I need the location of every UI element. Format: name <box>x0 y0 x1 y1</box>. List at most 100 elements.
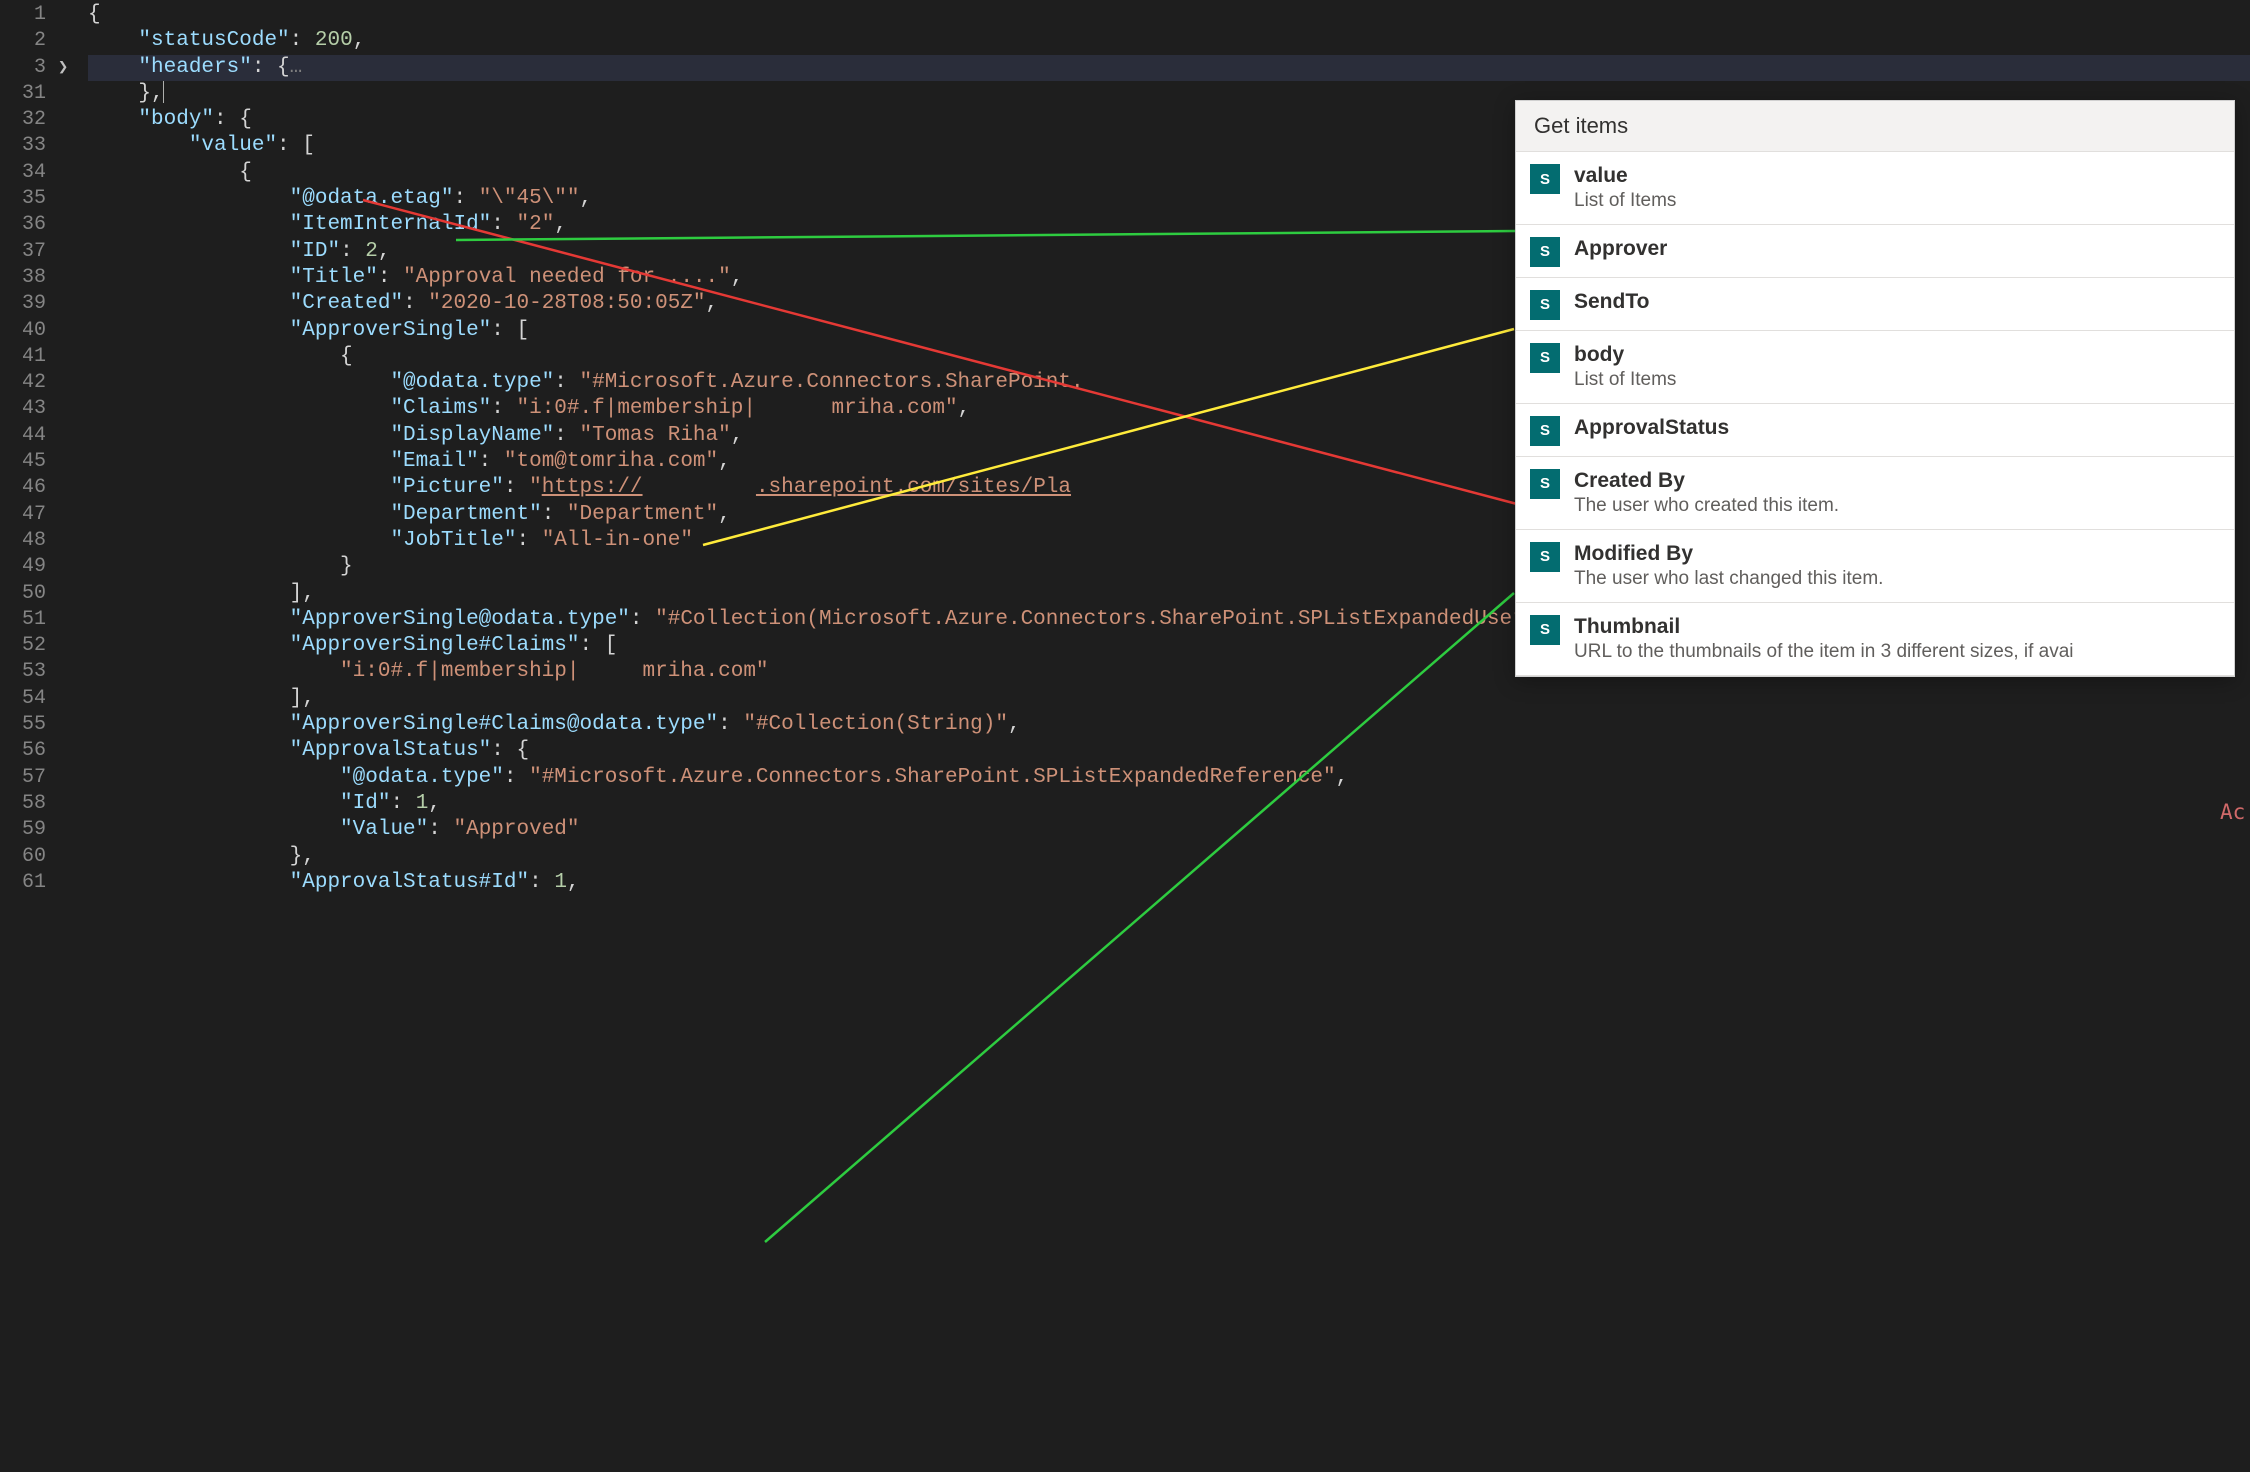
panel-item-title: Created By <box>1574 467 2220 494</box>
panel-item[interactable]: SbodyList of Items <box>1516 331 2234 404</box>
line-number: 55 <box>0 712 70 738</box>
token-punc: , <box>580 187 593 210</box>
line-number: 44 <box>0 423 70 449</box>
code-line[interactable]: "@odata.type": "#Microsoft.Azure.Connect… <box>88 765 2250 791</box>
token-punc: , <box>706 292 719 315</box>
token-punc: : <box>491 213 516 236</box>
token-num: 1 <box>554 871 567 894</box>
token-punc: , <box>958 397 971 420</box>
panel-item[interactable]: SvalueList of Items <box>1516 152 2234 225</box>
panel-item-subtitle: List of Items <box>1574 368 2220 393</box>
panel-item-subtitle: List of Items <box>1574 189 2220 214</box>
panel-item-subtitle: The user who created this item. <box>1574 494 2220 519</box>
line-number: 49 <box>0 554 70 580</box>
line-number: 53 <box>0 659 70 685</box>
token-str: "#Microsoft.Azure.Connectors.SharePoint.… <box>529 766 1336 789</box>
line-number: 32 <box>0 107 70 133</box>
token-punc: , <box>718 503 731 526</box>
token-url: .sharepoint.com/sites/Pla <box>756 476 1071 499</box>
code-line[interactable]: "headers": {… <box>88 55 2250 81</box>
line-number: 41 <box>0 344 70 370</box>
token-key: "body" <box>138 108 214 131</box>
panel-item[interactable]: SApprovalStatus <box>1516 404 2234 457</box>
token-punc: , <box>378 240 391 263</box>
token-punc: { <box>88 3 101 26</box>
token-key: "ApproverSingle" <box>290 319 492 342</box>
token-str: "#Collection(Microsoft.Azure.Connectors.… <box>655 608 1550 631</box>
token-key: "Claims" <box>390 397 491 420</box>
token-key: "value" <box>189 134 277 157</box>
code-line[interactable]: "ApprovalStatus#Id": 1, <box>88 870 2250 896</box>
token-key: "statusCode" <box>138 29 289 52</box>
token-punc: , <box>428 792 441 815</box>
token-key: "ApprovalStatus" <box>290 739 492 762</box>
line-number: 37 <box>0 239 70 265</box>
token-punc: : { <box>252 56 290 79</box>
token-punc: : <box>403 292 428 315</box>
line-number: 43 <box>0 396 70 422</box>
code-line[interactable]: "Value": "Approved" <box>88 817 2250 843</box>
panel-header: Get items <box>1516 101 2234 152</box>
line-number: 2 <box>0 28 70 54</box>
panel-item[interactable]: S SendTo <box>1516 278 2234 331</box>
token-punc: ], <box>290 582 315 605</box>
token-punc: : <box>529 871 554 894</box>
line-number-gutter: 1233132333435363738394041424344454647484… <box>0 0 70 1472</box>
token-key: "Value" <box>340 818 428 841</box>
sharepoint-icon: S <box>1530 290 1560 320</box>
sharepoint-icon: S <box>1530 469 1560 499</box>
code-line[interactable]: ], <box>88 686 2250 712</box>
panel-item[interactable]: SApprover <box>1516 225 2234 278</box>
panel-item-title: ApprovalStatus <box>1574 414 2220 441</box>
token-punc: ], <box>290 687 315 710</box>
token-punc: , <box>731 266 744 289</box>
token-key: "ID" <box>290 240 340 263</box>
line-number: 45 <box>0 449 70 475</box>
line-number: 1 <box>0 2 70 28</box>
token-punc: }, <box>290 845 315 868</box>
token-key: "Created" <box>290 292 403 315</box>
token-str: "i:0#.f|membership| mriha.com" <box>517 397 958 420</box>
token-punc: : <box>504 476 529 499</box>
token-punc: : <box>630 608 655 631</box>
code-line[interactable]: "ApprovalStatus": { <box>88 738 2250 764</box>
code-line[interactable]: "statusCode": 200, <box>88 28 2250 54</box>
line-number: 59 <box>0 817 70 843</box>
token-punc: , <box>731 424 744 447</box>
token-num: 2 <box>365 240 378 263</box>
token-punc: : <box>378 266 403 289</box>
code-line[interactable]: "Id": 1, <box>88 791 2250 817</box>
sharepoint-icon: S <box>1530 343 1560 373</box>
code-line[interactable]: { <box>88 2 2250 28</box>
code-line[interactable]: "ApproverSingle#Claims@odata.type": "#Co… <box>88 712 2250 738</box>
panel-item-title: SendTo <box>1574 288 2220 315</box>
line-number: 40 <box>0 318 70 344</box>
token-punc: : <box>516 529 541 552</box>
code-line[interactable]: }, <box>88 844 2250 870</box>
sharepoint-icon: S <box>1530 164 1560 194</box>
fold-chevron-icon[interactable]: ❯ <box>58 57 68 78</box>
panel-item[interactable]: S Created ByThe user who created this ite… <box>1516 457 2234 530</box>
token-punc: : <box>718 713 743 736</box>
dynamic-content-panel[interactable]: Get items SvalueList of ItemsSApproverSS… <box>1515 100 2235 677</box>
token-str: "2" <box>517 213 555 236</box>
line-number: 57 <box>0 765 70 791</box>
token-punc: : [ <box>491 319 529 342</box>
line-number: 58 <box>0 791 70 817</box>
token-punc: : <box>390 792 415 815</box>
token-punc: : <box>491 397 516 420</box>
panel-item-title: body <box>1574 341 2220 368</box>
token-str: "2020-10-28T08:50:05Z" <box>428 292 705 315</box>
token-key: "@odata.type" <box>390 371 554 394</box>
token-punc: , <box>567 871 580 894</box>
line-number: 47 <box>0 502 70 528</box>
token-key: "ApproverSingle#Claims" <box>290 634 580 657</box>
line-number: 46 <box>0 475 70 501</box>
token-punc: : <box>542 503 567 526</box>
line-number: 31 <box>0 81 70 107</box>
token-url: https:// <box>542 476 643 499</box>
token-key: "JobTitle" <box>390 529 516 552</box>
panel-item[interactable]: SThumbnailURL to the thumbnails of the i… <box>1516 603 2234 676</box>
panel-item[interactable]: SModified ByThe user who last changed th… <box>1516 530 2234 603</box>
token-punc: }, <box>138 82 163 105</box>
